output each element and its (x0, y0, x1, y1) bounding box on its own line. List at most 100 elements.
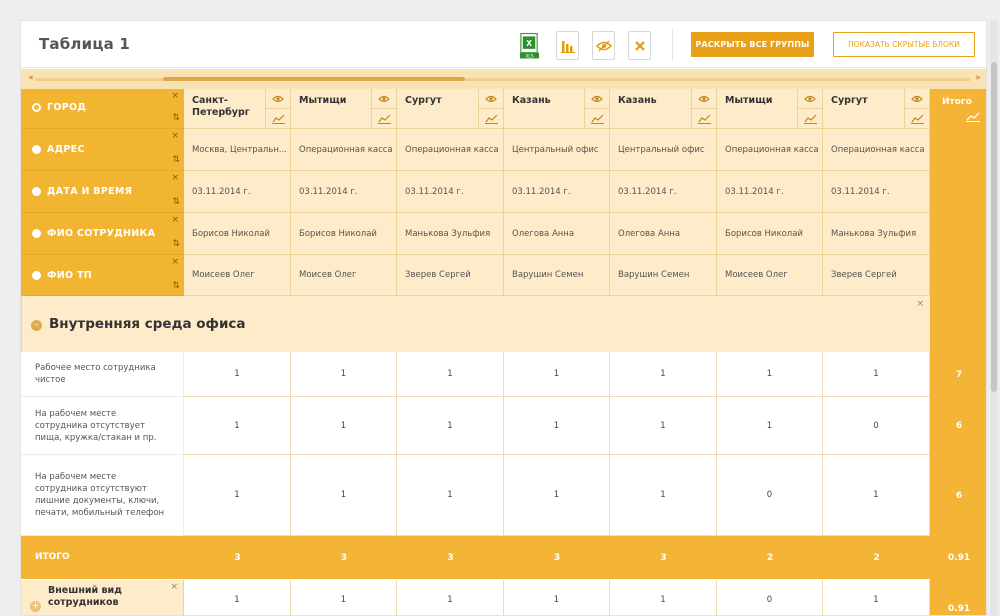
radio-icon[interactable] (32, 103, 41, 112)
header-row-datetime: ДАТА И ВРЕМЯ × ⇅ (21, 171, 184, 213)
close-icon[interactable]: × (171, 91, 179, 101)
excel-export-button[interactable]: X XLS (518, 31, 541, 60)
score-cell[interactable]: 1 (717, 397, 823, 455)
eye-icon[interactable] (691, 89, 716, 109)
show-hidden-blocks-button[interactable]: ПОКАЗАТЬ СКРЫТЫЕ БЛОКИ (833, 32, 975, 57)
header-label: ГОРОД (47, 102, 87, 113)
radio-icon[interactable] (32, 187, 41, 196)
expand-groups-button[interactable]: РАСКРЫТЬ ВСЕ ГРУППЫ (691, 32, 814, 57)
sort-icon[interactable]: ⇅ (172, 197, 180, 207)
score-cell[interactable]: 0 (717, 580, 823, 615)
score-cell[interactable]: 1 (610, 580, 717, 615)
score-cell[interactable]: 1 (184, 352, 291, 397)
score-cell[interactable]: 1 (184, 455, 291, 536)
row-label: Рабочее место сотрудника чистое (21, 352, 184, 397)
summary-value: 3 (234, 552, 241, 563)
row-label: На рабочем месте сотрудника отсутствуют … (21, 455, 184, 536)
summary-value: 2 (766, 552, 774, 563)
close-icon[interactable]: × (170, 582, 178, 592)
svg-text:X: X (526, 39, 532, 48)
summary-value: 2 (873, 552, 880, 563)
scroll-thumb[interactable] (163, 77, 465, 81)
eye-icon[interactable] (797, 89, 822, 109)
group-header[interactable]: – Внутренняя среда офиса × (21, 296, 930, 352)
score-cell[interactable]: 1 (397, 580, 504, 615)
visibility-toggle-button[interactable] (592, 31, 615, 60)
line-chart-icon[interactable] (691, 109, 716, 129)
close-icon[interactable]: × (916, 299, 924, 309)
line-chart-icon[interactable] (478, 109, 503, 129)
eye-icon[interactable] (371, 89, 396, 109)
score-cell[interactable]: 1 (610, 397, 717, 455)
radio-icon[interactable] (32, 271, 41, 280)
close-icon[interactable]: × (171, 173, 179, 183)
cell-employee: Борисов Николай (717, 213, 823, 255)
score-cell[interactable]: 1 (504, 352, 610, 397)
score-cell[interactable]: 1 (823, 580, 930, 615)
line-chart-icon[interactable] (371, 109, 396, 129)
score-cell[interactable]: 1 (823, 455, 930, 536)
sort-icon[interactable]: ⇅ (172, 239, 180, 249)
score-cell[interactable]: 1 (291, 352, 397, 397)
score-cell[interactable]: 1 (291, 580, 397, 615)
score-cell[interactable]: 1 (184, 580, 291, 615)
score-cell[interactable]: 1 (823, 352, 930, 397)
score-cell[interactable]: 1 (184, 397, 291, 455)
vertical-scroll-thumb[interactable] (991, 62, 997, 392)
column-header: Мытищи (291, 89, 397, 129)
group-title: Внутренняя среда офиса (49, 316, 246, 332)
score-cell[interactable]: 0 (823, 397, 930, 455)
score-cell[interactable]: 1 (610, 352, 717, 397)
radio-icon[interactable] (32, 145, 41, 154)
score-cell[interactable]: 0 (717, 455, 823, 536)
score-cell[interactable]: 1 (504, 455, 610, 536)
close-icon[interactable]: × (171, 215, 179, 225)
score-cell[interactable]: 1 (504, 580, 610, 615)
close-icon[interactable]: × (171, 257, 179, 267)
cell-date: 03.11.2014 г. (717, 171, 823, 213)
horizontal-scrollbar[interactable]: ◀ ▶ (21, 69, 986, 89)
eye-icon[interactable] (584, 89, 609, 109)
cell-employee: Манькова Зульфия (823, 213, 930, 255)
cell-tp: Зверев Сергей (397, 255, 504, 296)
score-cell[interactable]: 1 (717, 352, 823, 397)
score-cell[interactable]: 1 (291, 397, 397, 455)
cell-address: Центральный офис (504, 129, 610, 171)
score-cell[interactable]: 1 (610, 455, 717, 536)
sort-icon[interactable]: ⇅ (172, 155, 180, 165)
eye-icon[interactable] (478, 89, 503, 109)
column-header: Санкт-Петербург (184, 89, 291, 129)
collapse-icon[interactable]: – (31, 320, 42, 331)
expand-icon[interactable]: + (30, 601, 41, 612)
cell-date: 03.11.2014 г. (823, 171, 930, 213)
scroll-left-icon[interactable]: ◀ (28, 74, 33, 81)
score-cell[interactable]: 1 (504, 397, 610, 455)
cell-employee: Олегова Анна (504, 213, 610, 255)
score-cell[interactable]: 1 (397, 352, 504, 397)
score-cell[interactable]: 1 (397, 455, 504, 536)
sort-icon[interactable]: ⇅ (172, 281, 180, 291)
line-chart-icon[interactable] (265, 109, 290, 129)
eye-toggle-icon (595, 40, 612, 51)
cell-date: 03.11.2014 г. (610, 171, 717, 213)
score-cell[interactable]: 1 (291, 455, 397, 536)
cell-tp: Моисев Олег (291, 255, 397, 296)
group-header-collapsed[interactable]: + Внешний вид сотрудников × (21, 580, 184, 615)
radio-icon[interactable] (32, 229, 41, 238)
line-chart-icon[interactable] (904, 109, 929, 129)
close-button[interactable] (628, 31, 651, 60)
row-total: 6 (930, 455, 986, 536)
chart-view-button[interactable] (556, 31, 579, 60)
eye-icon[interactable] (265, 89, 290, 109)
score-cell[interactable]: 1 (397, 397, 504, 455)
line-chart-icon[interactable] (584, 109, 609, 129)
sort-icon[interactable]: ⇅ (172, 113, 180, 123)
eye-icon[interactable] (904, 89, 929, 109)
scroll-right-icon[interactable]: ▶ (976, 74, 981, 81)
line-chart-icon[interactable] (797, 109, 822, 129)
summary-value: 3 (553, 552, 561, 563)
header-label: ДАТА И ВРЕМЯ (47, 186, 133, 197)
line-chart-icon[interactable] (966, 111, 980, 122)
column-city: Сургут (831, 95, 868, 106)
close-icon[interactable]: × (171, 131, 179, 141)
